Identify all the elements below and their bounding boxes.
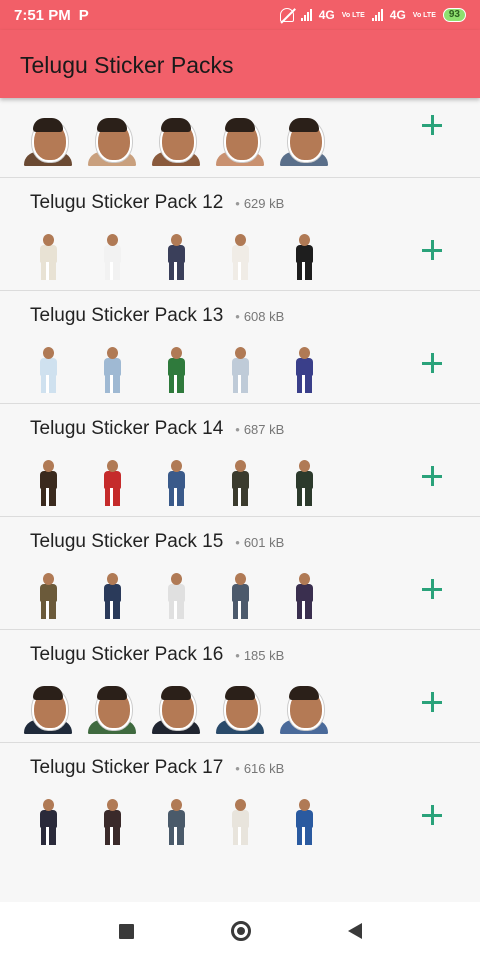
sticker-thumbnail	[86, 456, 138, 508]
sticker-preview-strip	[22, 230, 330, 282]
sticker-thumbnail	[86, 230, 138, 282]
pack-name: Telugu Sticker Pack 15	[30, 531, 224, 552]
sticker-pack-list[interactable]: Telugu Sticker Pack 12629 kBTelugu Stick…	[0, 98, 480, 856]
network-type-2: 4G	[389, 8, 406, 22]
page-title: Telugu Sticker Packs	[20, 52, 234, 78]
sticker-thumbnail	[22, 114, 74, 166]
sticker-thumbnail	[150, 456, 202, 508]
sticker-thumbnail	[150, 343, 202, 395]
sticker-pack-row[interactable]: Telugu Sticker Pack 12 629 kB	[0, 178, 480, 291]
pack-size: 185 kB	[235, 648, 284, 663]
sticker-thumbnail	[22, 569, 74, 621]
add-pack-plus-icon[interactable]	[420, 238, 444, 262]
network-type-1: 4G	[318, 8, 335, 22]
sticker-pack-row[interactable]: Telugu Sticker Pack 16 185 kB	[0, 630, 480, 743]
sticker-thumbnail	[150, 230, 202, 282]
sticker-thumbnail	[86, 343, 138, 395]
sticker-preview-strip	[22, 114, 330, 166]
sticker-thumbnail	[214, 682, 266, 734]
sticker-thumbnail	[86, 795, 138, 847]
sticker-thumbnail	[278, 682, 330, 734]
sticker-thumbnail	[214, 456, 266, 508]
sticker-thumbnail	[150, 682, 202, 734]
sticker-thumbnail	[150, 795, 202, 847]
sticker-thumbnail	[86, 569, 138, 621]
sticker-thumbnail	[86, 682, 138, 734]
status-bar: 7:51 PM P 4G Vo LTE 4G Vo LTE 93	[0, 0, 480, 30]
pack-header: Telugu Sticker Pack 15 601 kB	[30, 531, 284, 553]
sticker-preview-strip	[22, 569, 330, 621]
sticker-thumbnail	[22, 456, 74, 508]
sticker-thumbnail	[22, 795, 74, 847]
pack-name: Telugu Sticker Pack 17	[30, 757, 224, 778]
sticker-thumbnail	[278, 114, 330, 166]
sticker-pack-row[interactable]	[0, 98, 480, 178]
sticker-thumbnail	[278, 795, 330, 847]
home-circle-icon[interactable]	[230, 921, 251, 941]
sticker-thumbnail	[214, 114, 266, 166]
pack-header: Telugu Sticker Pack 14 687 kB	[30, 418, 284, 440]
sticker-preview-strip	[22, 795, 330, 847]
sticker-thumbnail	[278, 343, 330, 395]
status-time: 7:51 PM	[14, 6, 71, 24]
sticker-thumbnail	[214, 343, 266, 395]
sticker-pack-row[interactable]: Telugu Sticker Pack 13 608 kB	[0, 291, 480, 404]
sticker-thumbnail	[22, 343, 74, 395]
add-pack-plus-icon[interactable]	[420, 113, 444, 137]
sticker-thumbnail	[22, 682, 74, 734]
parking-app-icon: P	[78, 6, 89, 24]
pack-size: 687 kB	[235, 422, 284, 437]
sticker-thumbnail	[278, 456, 330, 508]
sticker-preview-strip	[22, 682, 330, 734]
pack-name: Telugu Sticker Pack 13	[30, 305, 224, 326]
sticker-pack-row[interactable]: Telugu Sticker Pack 15 601 kB	[0, 517, 480, 630]
pack-header: Telugu Sticker Pack 13 608 kB	[30, 305, 284, 327]
pack-header: Telugu Sticker Pack 17 616 kB	[30, 757, 284, 779]
pack-name: Telugu Sticker Pack 14	[30, 418, 224, 439]
pack-header: Telugu Sticker Pack 12 629 kB	[30, 192, 284, 214]
app-bar: Telugu Sticker Packs	[0, 30, 480, 98]
pack-size: 608 kB	[235, 309, 284, 324]
add-pack-plus-icon[interactable]	[420, 803, 444, 827]
pack-size: 629 kB	[235, 196, 284, 211]
sticker-thumbnail	[86, 114, 138, 166]
sticker-thumbnail	[278, 569, 330, 621]
sticker-thumbnail	[22, 230, 74, 282]
pack-header: Telugu Sticker Pack 16 185 kB	[30, 644, 284, 666]
volte-badge-1: Vo LTE	[341, 11, 365, 19]
sticker-thumbnail	[214, 795, 266, 847]
pack-size: 601 kB	[235, 535, 284, 550]
add-pack-plus-icon[interactable]	[420, 577, 444, 601]
sticker-thumbnail	[278, 230, 330, 282]
sticker-pack-row[interactable]: Telugu Sticker Pack 17 616 kB	[0, 743, 480, 856]
sticker-thumbnail	[150, 114, 202, 166]
notifications-off-icon	[279, 8, 294, 22]
back-triangle-icon[interactable]	[347, 923, 362, 939]
navigation-bar	[0, 902, 480, 960]
sticker-thumbnail	[214, 230, 266, 282]
pack-name: Telugu Sticker Pack 12	[30, 192, 224, 213]
sticker-thumbnail	[150, 569, 202, 621]
add-pack-plus-icon[interactable]	[420, 690, 444, 714]
sticker-thumbnail	[214, 569, 266, 621]
add-pack-plus-icon[interactable]	[420, 464, 444, 488]
recents-square-icon[interactable]	[118, 923, 134, 939]
sticker-preview-strip	[22, 343, 330, 395]
add-pack-plus-icon[interactable]	[420, 351, 444, 375]
signal-icon	[371, 9, 383, 21]
pack-name: Telugu Sticker Pack 16	[30, 644, 224, 665]
signal-icon	[300, 9, 312, 21]
sticker-pack-row[interactable]: Telugu Sticker Pack 14 687 kB	[0, 404, 480, 517]
volte-badge-2: Vo LTE	[412, 11, 436, 19]
sticker-preview-strip	[22, 456, 330, 508]
pack-size: 616 kB	[235, 761, 284, 776]
battery-icon: 93	[442, 8, 466, 22]
